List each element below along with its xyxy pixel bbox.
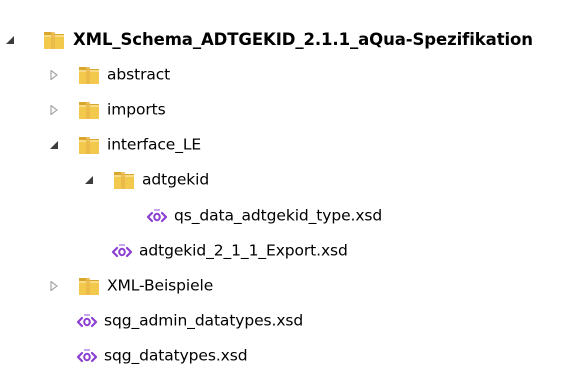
tree-item-root-folder[interactable]: XML_Schema_ADTGEKID_2.1.1_aQua-Spezifika… [0,22,584,57]
tree-item-imports[interactable]: imports [0,92,584,127]
folder-icon [112,169,136,191]
tree-item-qs-data-adtgekid-type-xsd[interactable]: qs_data_adtgekid_type.xsd [0,198,584,233]
folder-icon [42,29,66,51]
tree-item-adtgekid[interactable]: adtgekid [0,163,584,198]
tree-item-sqg-datatypes-xsd[interactable]: sqg_datatypes.xsd [0,339,584,374]
xsd-file-icon [75,345,99,367]
tree-item-xml-beispiele[interactable]: XML-Beispiele [0,268,584,303]
collapsed-triangle-icon[interactable] [49,69,59,80]
folder-icon [77,275,101,297]
xsd-file-icon [110,240,134,262]
xsd-file-icon [145,205,169,227]
expanded-triangle-icon[interactable] [5,35,15,45]
folder-icon [77,64,101,86]
tree-item-label: imports [107,100,166,119]
tree-item-label: qs_data_adtgekid_type.xsd [174,206,383,225]
xsd-file-icon [75,310,99,332]
tree-item-sqg-admin-datatypes-xsd[interactable]: sqg_admin_datatypes.xsd [0,304,584,339]
tree-item-adtgekid-export-xsd[interactable]: adtgekid_2_1_1_Export.xsd [0,233,584,268]
expanded-triangle-icon[interactable] [49,140,59,150]
tree-item-label: sqg_admin_datatypes.xsd [104,311,304,330]
tree-item-label: XML_Schema_ADTGEKID_2.1.1_aQua-Spezifika… [73,29,533,49]
tree-item-label: sqg_datatypes.xsd [104,346,248,365]
tree-item-label: abstract [107,65,171,84]
tree-item-label: adtgekid [142,170,210,189]
tree-item-label: XML-Beispiele [107,276,214,295]
collapsed-triangle-icon[interactable] [49,280,59,291]
file-tree: XML_Schema_ADTGEKID_2.1.1_aQua-Spezifika… [0,22,584,374]
collapsed-triangle-icon[interactable] [49,104,59,115]
expanded-triangle-icon[interactable] [84,175,94,185]
tree-item-label: interface_LE [107,135,202,154]
tree-item-abstract[interactable]: abstract [0,57,584,92]
folder-icon [77,134,101,156]
tree-item-interface-le[interactable]: interface_LE [0,128,584,163]
tree-item-label: adtgekid_2_1_1_Export.xsd [139,241,348,260]
folder-icon [77,99,101,121]
